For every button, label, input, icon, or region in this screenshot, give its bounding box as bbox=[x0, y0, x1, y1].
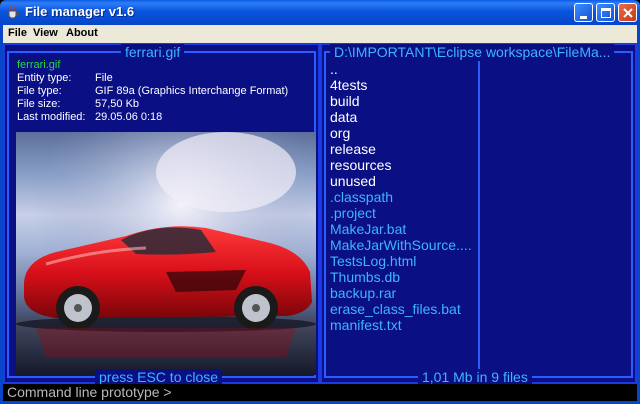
file-info: ferrari.gif Entity type: File File type:… bbox=[17, 59, 288, 124]
folder-item[interactable]: build bbox=[330, 93, 480, 109]
info-key: File size: bbox=[17, 98, 61, 110]
file-list[interactable]: .. 4tests build data org release resources unus… bbox=[330, 61, 480, 333]
info-key: Entity type: bbox=[17, 72, 72, 84]
file-name: ferrari.gif bbox=[17, 59, 61, 71]
main-area: ferrari.gif ferrari.gif Entity type: Fil… bbox=[3, 43, 637, 385]
preview-panel-hint: press ESC to close bbox=[95, 369, 223, 385]
folder-item[interactable]: unused bbox=[330, 173, 480, 189]
file-list-panel-frame: D:\IMPORTANT\Eclipse workspace\FileMa...… bbox=[324, 44, 633, 385]
maximize-button[interactable] bbox=[596, 3, 615, 22]
info-value: File bbox=[95, 72, 113, 84]
info-value: GIF 89a (Graphics Interchange Format) bbox=[95, 85, 289, 97]
menu-file[interactable]: File bbox=[8, 27, 27, 39]
folder-item[interactable]: resources bbox=[330, 157, 480, 173]
folder-item[interactable]: org bbox=[330, 125, 480, 141]
folder-item[interactable]: .. bbox=[330, 61, 480, 77]
image-preview bbox=[16, 132, 316, 375]
current-path: D:\IMPORTANT\Eclipse workspace\FileMa... bbox=[330, 44, 615, 60]
menu-about[interactable]: About bbox=[66, 27, 98, 39]
info-row-last-modified: Last modified: 29.05.06 0:18 bbox=[17, 111, 288, 124]
file-item[interactable]: TestsLog.html bbox=[330, 253, 480, 269]
info-value: 29.05.06 0:18 bbox=[95, 111, 163, 123]
minimize-icon bbox=[580, 16, 587, 19]
folder-item[interactable]: data bbox=[330, 109, 480, 125]
file-item[interactable]: erase_class_files.bat bbox=[330, 301, 480, 317]
command-line[interactable]: Command line prototype > bbox=[3, 384, 637, 401]
folder-item[interactable]: release bbox=[330, 141, 480, 157]
file-item[interactable]: manifest.txt bbox=[330, 317, 480, 333]
preview-panel-frame: ferrari.gif ferrari.gif Entity type: Fil… bbox=[7, 44, 316, 385]
directory-summary: 1,01 Mb in 9 files bbox=[418, 369, 532, 385]
info-key: Last modified: bbox=[17, 111, 86, 123]
file-list-panel[interactable]: D:\IMPORTANT\Eclipse workspace\FileMa...… bbox=[320, 43, 637, 385]
info-row-entity-type: Entity type: File bbox=[17, 72, 288, 85]
close-button[interactable] bbox=[618, 3, 637, 22]
file-item[interactable]: MakeJar.bat bbox=[330, 221, 480, 237]
menu-bar: File View About bbox=[0, 25, 640, 43]
file-item[interactable]: .classpath bbox=[330, 189, 480, 205]
file-item[interactable]: MakeJarWithSource.... bbox=[330, 237, 480, 253]
preview-panel-title: ferrari.gif bbox=[121, 44, 185, 60]
info-value: 57,50 Kb bbox=[95, 98, 140, 110]
minimize-button[interactable] bbox=[574, 3, 593, 22]
file-item[interactable]: backup.rar bbox=[330, 285, 480, 301]
info-row-file-type: File type: GIF 89a (Graphics Interchange… bbox=[17, 85, 288, 98]
maximize-icon bbox=[601, 8, 611, 18]
close-icon bbox=[623, 8, 633, 18]
preview-panel[interactable]: ferrari.gif ferrari.gif Entity type: Fil… bbox=[3, 43, 320, 385]
column-divider bbox=[478, 61, 480, 371]
info-key: File type: bbox=[17, 85, 62, 97]
info-row-file-size: File size: 57,50 Kb bbox=[17, 98, 288, 111]
folder-item[interactable]: 4tests bbox=[330, 77, 480, 93]
file-item[interactable]: .project bbox=[330, 205, 480, 221]
java-cup-icon[interactable] bbox=[6, 5, 20, 19]
title-bar[interactable]: File manager v1.6 bbox=[0, 0, 640, 25]
red-sports-car-image bbox=[16, 132, 316, 375]
file-item[interactable]: Thumbs.db bbox=[330, 269, 480, 285]
menu-view[interactable]: View bbox=[33, 27, 58, 39]
window-title: File manager v1.6 bbox=[25, 4, 135, 19]
